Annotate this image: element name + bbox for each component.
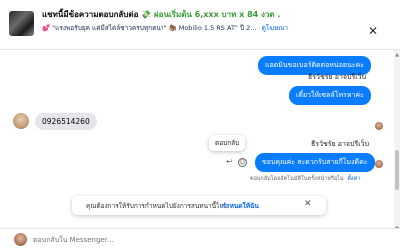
sender-name: ธีรวัชรัย อาจปรีเว็บ xyxy=(311,140,370,148)
incoming-message[interactable]: 0926514260 xyxy=(35,113,97,130)
read-receipt-avatar xyxy=(375,122,383,130)
assign-to-me-link[interactable]: กำหนดให้ฉัน xyxy=(222,201,259,211)
title-main: แชทนี้มีข้อความตอบกลับต่อ xyxy=(42,10,139,19)
chat-scrollbar[interactable] xyxy=(394,50,400,228)
outgoing-message[interactable]: เดี๋ยวให้เซลล์โทรหาค่ะ xyxy=(289,86,371,105)
close-icon[interactable]: ✕ xyxy=(304,199,312,209)
scrollbar-thumb[interactable] xyxy=(395,150,399,190)
sender-name: ธีรวัชรัย อาจปรีเว็บ xyxy=(308,73,367,81)
chat-header: แชทนี้มีข้อความตอบกลับต่อ 💸 ผ่อนเริ่มต้น… xyxy=(0,0,400,50)
subtitle-text: "แรงพอรับยุค แต่มีสไตล์ชาวครบทุกคน!" xyxy=(52,24,167,32)
notice-text: คุณต้องการให้รับการกำหนดไปยังการสนทนานี้… xyxy=(86,202,228,210)
title-price: ผ่อนเริ่มต้น 6,xxx บาท x 84 งวด . xyxy=(153,10,281,19)
customer-avatar[interactable] xyxy=(13,113,29,129)
message-input[interactable] xyxy=(33,233,333,247)
ad-subtitle: 💕 "แรงพอรับยุค แต่มีสไตล์ชาวครบทุกคน!" 🦣… xyxy=(42,23,288,33)
message-composer xyxy=(0,228,400,250)
user-avatar xyxy=(14,233,27,246)
hint-text: ตอบกลับโดยอัตโนมัติในครั้งหน้าหรือไม่ xyxy=(250,176,344,182)
close-icon[interactable]: ✕ xyxy=(368,24,378,38)
subtitle-model: Mobilio 1.5 RS AT" ปี 2... xyxy=(178,24,257,32)
mammoth-emoji-icon: 🦣 xyxy=(168,24,177,32)
assign-notice: คุณต้องการให้รับการกำหนดไปยังการสนทนานี้… xyxy=(72,196,326,215)
reply-icon[interactable]: ↩ xyxy=(226,157,233,166)
money-emoji-icon: 💸 xyxy=(141,10,152,19)
chat-title: แชทนี้มีข้อความตอบกลับต่อ 💸 ผ่อนเริ่มต้น… xyxy=(42,8,280,21)
outgoing-message[interactable]: ขอบคุณค่ะ สะดวกรับสายกี่โมงดีคะ xyxy=(255,153,375,172)
settings-link[interactable]: ตั้งค่า xyxy=(347,176,360,182)
reply-tooltip: ตอบกลับ xyxy=(209,135,246,151)
heart-emoji-icon: 💕 xyxy=(42,24,51,32)
view-ad-link[interactable]: ดูโฆษณา xyxy=(262,24,289,32)
ad-thumbnail xyxy=(9,11,34,36)
scroll-up-icon[interactable]: ▲ xyxy=(394,52,400,58)
auto-reply-hint: ตอบกลับโดยอัตโนมัติในครั้งหน้าหรือไม่ ตั… xyxy=(250,175,360,183)
read-receipt-avatar xyxy=(375,160,383,168)
react-emoji-icon[interactable]: ☺ xyxy=(238,158,247,167)
